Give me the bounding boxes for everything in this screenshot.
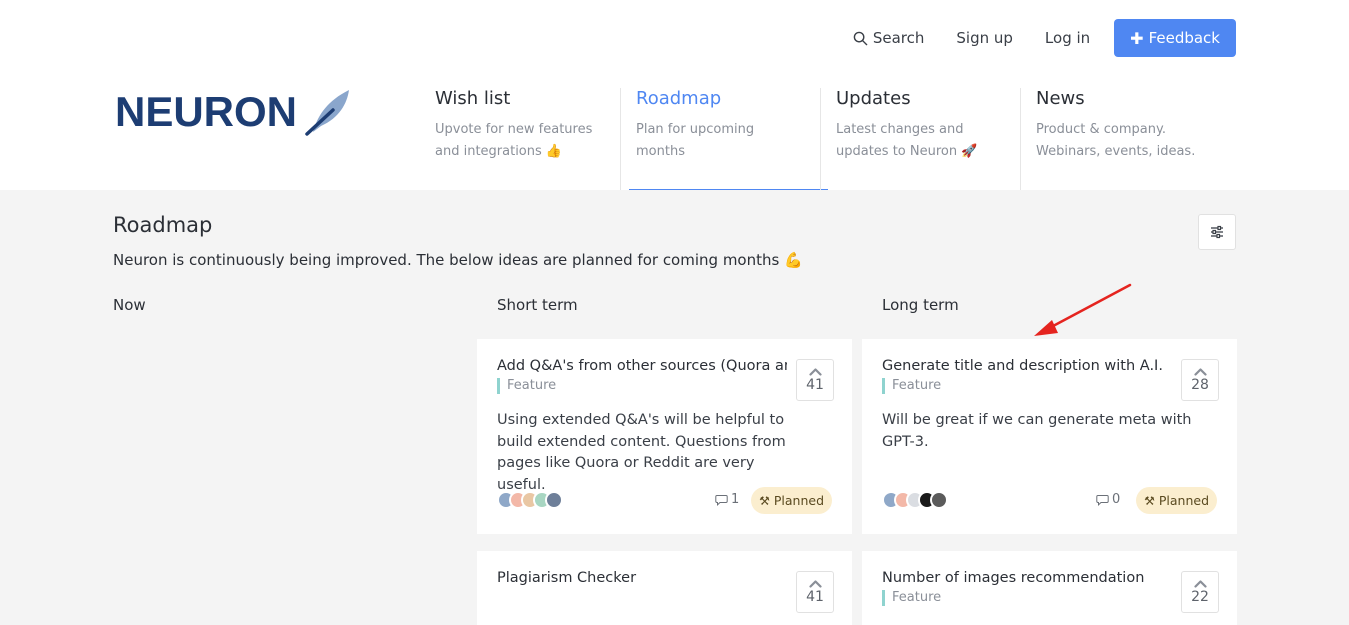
header: Search Sign up Log in ✚ Feedback NEURON … xyxy=(0,0,1349,190)
chevron-up-icon xyxy=(808,579,822,588)
avatar-group xyxy=(497,491,563,509)
comment-count-value: 0 xyxy=(1112,492,1121,507)
tab-wish-list[interactable]: Wish list Upvote for new features and in… xyxy=(420,88,620,190)
tab-title: News xyxy=(1036,88,1085,109)
chevron-up-icon xyxy=(1193,579,1207,588)
comment-icon xyxy=(715,494,728,506)
roadmap-card[interactable]: Number of images recommendation Feature … xyxy=(862,551,1237,625)
card-tag: Feature xyxy=(882,590,941,606)
status-badge: ⚒ Planned xyxy=(1136,487,1217,514)
page-title: Roadmap xyxy=(113,213,213,237)
roadmap-card[interactable]: Generate title and description with A.I.… xyxy=(862,339,1237,534)
upvote-button[interactable]: 41 xyxy=(796,571,834,613)
card-title: Plagiarism Checker xyxy=(497,570,637,586)
card-body: Will be great if we can generate meta wi… xyxy=(882,412,1192,450)
vote-count: 22 xyxy=(1191,588,1209,605)
card-tag: Feature xyxy=(497,378,556,394)
page-description: Neuron is continuously being improved. T… xyxy=(113,251,803,269)
tab-title: Roadmap xyxy=(636,88,722,109)
card-tag: Feature xyxy=(882,378,941,394)
signup-label: Sign up xyxy=(956,29,1013,47)
card-title: Number of images recommendation xyxy=(882,570,1145,586)
status-badge: ⚒ Planned xyxy=(751,487,832,514)
tab-desc-line: Plan for upcoming xyxy=(636,122,755,137)
chevron-up-icon xyxy=(1193,367,1207,376)
roadmap-card[interactable]: Add Q&A's from other sources (Quora and … xyxy=(477,339,852,534)
upvote-button[interactable]: 41 xyxy=(796,359,834,401)
tab-desc-line: Webinars, events, ideas. xyxy=(1036,144,1196,159)
vote-count: 28 xyxy=(1191,376,1209,393)
tab-news[interactable]: News Product & company. Webinars, events… xyxy=(1020,88,1220,190)
tab-desc-line: Product & company. xyxy=(1036,122,1166,137)
plus-icon: ✚ xyxy=(1130,28,1144,48)
chevron-up-icon xyxy=(808,367,822,376)
filter-button[interactable] xyxy=(1198,214,1236,250)
column-header-now: Now xyxy=(113,296,146,314)
status-label: Planned xyxy=(1158,493,1209,508)
search-link[interactable]: Search xyxy=(853,29,925,47)
comment-icon xyxy=(1096,494,1109,506)
avatar xyxy=(930,491,948,509)
hammer-icon: ⚒ xyxy=(1144,493,1155,508)
logo-text: NEURON xyxy=(115,88,298,135)
tab-title: Wish list xyxy=(435,88,511,109)
top-navigation: Search Sign up Log in ✚ Feedback xyxy=(853,18,1236,58)
tab-roadmap[interactable]: Roadmap Plan for upcoming months xyxy=(620,88,828,190)
feedback-button[interactable]: ✚ Feedback xyxy=(1114,19,1236,57)
vote-count: 41 xyxy=(806,588,824,605)
tab-desc-line: Upvote for new features xyxy=(435,122,593,137)
sliders-icon xyxy=(1211,225,1223,239)
card-title: Generate title and description with A.I. xyxy=(882,358,1163,374)
avatar-group xyxy=(882,491,948,509)
tab-title: Updates xyxy=(836,88,911,109)
card-title: Add Q&A's from other sources (Quora and … xyxy=(497,358,787,374)
section-tabs: Wish list Upvote for new features and in… xyxy=(420,88,1220,190)
tab-desc-line: Latest changes and xyxy=(836,122,964,137)
hammer-icon: ⚒ xyxy=(759,493,770,508)
feedback-label: Feedback xyxy=(1148,29,1220,47)
tab-desc-line: updates to Neuron 🚀 xyxy=(836,144,978,159)
tab-desc-line: months xyxy=(636,144,685,159)
search-label: Search xyxy=(872,29,925,47)
login-link[interactable]: Log in xyxy=(1045,29,1090,47)
login-label: Log in xyxy=(1044,29,1091,47)
status-label: Planned xyxy=(773,493,824,508)
upvote-button[interactable]: 22 xyxy=(1181,571,1219,613)
annotation-arrow xyxy=(1034,283,1132,336)
comment-count-value: 1 xyxy=(731,492,740,507)
column-header-long-term: Long term xyxy=(882,296,959,314)
comment-count[interactable]: 1 xyxy=(715,492,739,507)
card-body: Using extended Q&A's will be helpful to … xyxy=(497,412,786,493)
column-header-short-term: Short term xyxy=(497,296,578,314)
search-icon xyxy=(853,31,868,45)
feather-icon xyxy=(305,90,350,136)
tab-desc-line: and integrations 👍 xyxy=(435,144,563,159)
roadmap-card[interactable]: Plagiarism Checker 41 xyxy=(477,551,852,625)
upvote-button[interactable]: 28 xyxy=(1181,359,1219,401)
avatar xyxy=(545,491,563,509)
comment-count[interactable]: 0 xyxy=(1096,492,1120,507)
vote-count: 41 xyxy=(806,376,824,393)
tab-updates[interactable]: Updates Latest changes and updates to Ne… xyxy=(820,88,1020,190)
neuron-logo[interactable]: NEURON xyxy=(115,88,353,136)
signup-link[interactable]: Sign up xyxy=(956,29,1013,47)
